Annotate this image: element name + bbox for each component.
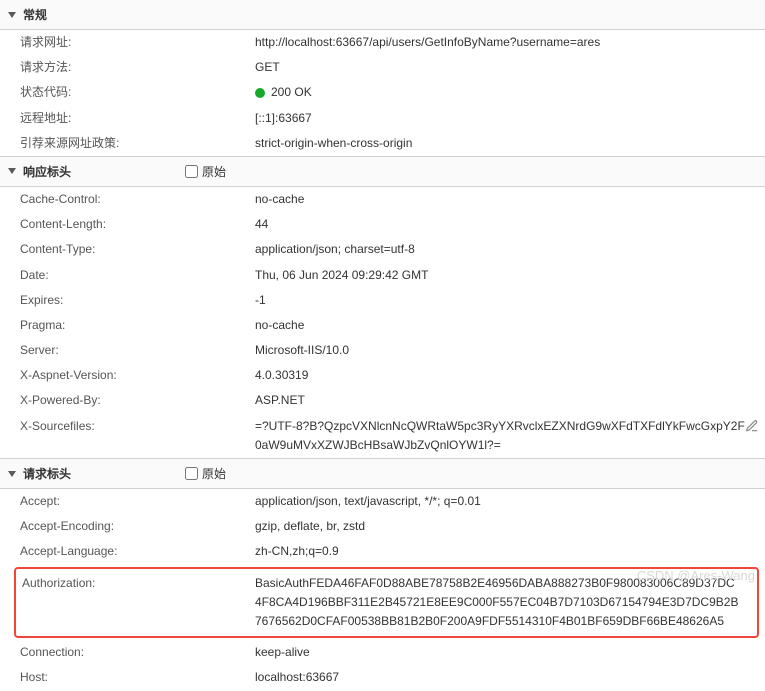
- value: gzip, deflate, br, zstd: [255, 517, 765, 536]
- status-dot-icon: [255, 88, 265, 98]
- label: Accept-Language:: [20, 542, 255, 561]
- label-remote-address: 远程地址:: [20, 109, 255, 128]
- value: -1: [255, 291, 765, 310]
- label: Content-Length:: [20, 215, 255, 234]
- label: Accept:: [20, 492, 255, 511]
- value: ASP.NET: [255, 391, 765, 410]
- row-request-url: 请求网址: http://localhost:63667/api/users/G…: [0, 30, 765, 55]
- value: localhost:63667: [255, 668, 765, 687]
- value-text: =?UTF-8?B?QzpcVXNlcnNcQWRtaW5pc3RyYXRvcl…: [255, 419, 745, 452]
- raw-checkbox-label: 原始: [202, 465, 226, 482]
- raw-checkbox-response[interactable]: 原始: [185, 163, 226, 180]
- value: no-cache: [255, 190, 765, 209]
- section-title: 响应标头: [23, 163, 71, 180]
- raw-checkbox-input[interactable]: [185, 467, 198, 480]
- value: 4.0.30319: [255, 366, 765, 385]
- section-header-request[interactable]: 请求标头 原始: [0, 458, 765, 489]
- row-remote-address: 远程地址: [::1]:63667: [0, 106, 765, 131]
- section-title: 请求标头: [23, 465, 71, 482]
- value-status-code: 200 OK: [255, 83, 765, 102]
- row-host: Host:localhost:63667: [0, 665, 765, 690]
- value: BasicAuthFEDA46FAF0D88ABE78758B2E46956DA…: [255, 574, 757, 632]
- row-status-code: 状态代码: 200 OK: [0, 80, 765, 105]
- value: =?UTF-8?B?QzpcVXNlcnNcQWRtaW5pc3RyYXRvcl…: [255, 417, 765, 455]
- edit-icon[interactable]: [745, 419, 759, 439]
- raw-checkbox-input[interactable]: [185, 165, 198, 178]
- label: Connection:: [20, 643, 255, 662]
- raw-checkbox-request[interactable]: 原始: [185, 465, 226, 482]
- row-content-length: Content-Length:44: [0, 212, 765, 237]
- row-content-type: Content-Type:application/json; charset=u…: [0, 237, 765, 262]
- label-request-method: 请求方法:: [20, 58, 255, 77]
- label: X-Sourcefiles:: [20, 417, 255, 455]
- value: application/json, text/javascript, */*; …: [255, 492, 765, 511]
- row-request-method: 请求方法: GET: [0, 55, 765, 80]
- label-request-url: 请求网址:: [20, 33, 255, 52]
- value: Thu, 06 Jun 2024 09:29:42 GMT: [255, 266, 765, 285]
- row-pragma: Pragma:no-cache: [0, 313, 765, 338]
- row-x-aspnet-version: X-Aspnet-Version:4.0.30319: [0, 363, 765, 388]
- row-x-powered-by: X-Powered-By:ASP.NET: [0, 388, 765, 413]
- value-referrer-policy: strict-origin-when-cross-origin: [255, 134, 765, 153]
- label: Server:: [20, 341, 255, 360]
- label: X-Powered-By:: [20, 391, 255, 410]
- collapse-triangle-icon: [8, 168, 16, 174]
- label: Accept-Encoding:: [20, 517, 255, 536]
- row-cache-control: Cache-Control:no-cache: [0, 187, 765, 212]
- row-accept-language: Accept-Language:zh-CN,zh;q=0.9: [0, 539, 765, 564]
- label: Pragma:: [20, 316, 255, 335]
- value-remote-address: [::1]:63667: [255, 109, 765, 128]
- label: Expires:: [20, 291, 255, 310]
- label: Host:: [20, 668, 255, 687]
- row-x-sourcefiles: X-Sourcefiles: =?UTF-8?B?QzpcVXNlcnNcQWR…: [0, 414, 765, 458]
- label: Date:: [20, 266, 255, 285]
- value-request-method: GET: [255, 58, 765, 77]
- status-text: 200 OK: [271, 85, 312, 99]
- section-header-response[interactable]: 响应标头 原始: [0, 156, 765, 187]
- label-referrer-policy: 引荐来源网址政策:: [20, 134, 255, 153]
- label-status-code: 状态代码:: [20, 83, 255, 102]
- value-request-url: http://localhost:63667/api/users/GetInfo…: [255, 33, 765, 52]
- row-accept-encoding: Accept-Encoding:gzip, deflate, br, zstd: [0, 514, 765, 539]
- row-expires: Expires:-1: [0, 288, 765, 313]
- authorization-highlight: Authorization:BasicAuthFEDA46FAF0D88ABE7…: [14, 567, 759, 639]
- section-title: 常规: [23, 6, 47, 23]
- row-accept: Accept:application/json, text/javascript…: [0, 489, 765, 514]
- section-header-general[interactable]: 常规: [0, 0, 765, 30]
- collapse-triangle-icon: [8, 471, 16, 477]
- label: Content-Type:: [20, 240, 255, 259]
- label: Cache-Control:: [20, 190, 255, 209]
- value: Microsoft-IIS/10.0: [255, 341, 765, 360]
- row-authorization: Authorization:BasicAuthFEDA46FAF0D88ABE7…: [20, 571, 757, 635]
- label: Authorization:: [22, 574, 255, 632]
- value: keep-alive: [255, 643, 765, 662]
- value: 44: [255, 215, 765, 234]
- row-server: Server:Microsoft-IIS/10.0: [0, 338, 765, 363]
- label: X-Aspnet-Version:: [20, 366, 255, 385]
- row-date: Date:Thu, 06 Jun 2024 09:29:42 GMT: [0, 263, 765, 288]
- collapse-triangle-icon: [8, 12, 16, 18]
- value: application/json; charset=utf-8: [255, 240, 765, 259]
- value: no-cache: [255, 316, 765, 335]
- raw-checkbox-label: 原始: [202, 163, 226, 180]
- row-referrer-policy: 引荐来源网址政策: strict-origin-when-cross-origi…: [0, 131, 765, 156]
- row-connection: Connection:keep-alive: [0, 640, 765, 665]
- value: zh-CN,zh;q=0.9: [255, 542, 765, 561]
